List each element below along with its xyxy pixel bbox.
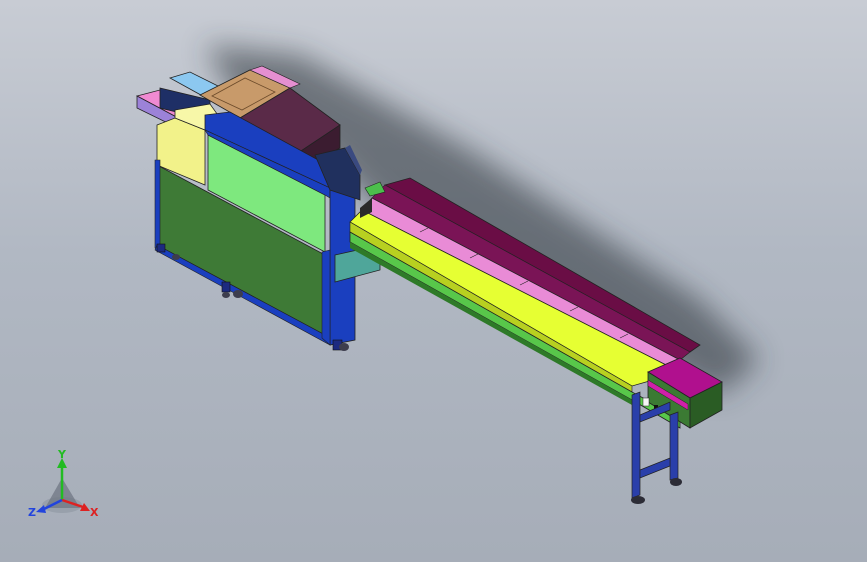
z-axis-label: Z: [28, 506, 36, 519]
coordinate-triad: Y X Z: [28, 448, 99, 519]
cad-viewport[interactable]: Y X Z: [0, 0, 867, 562]
x-axis-label: X: [90, 506, 99, 519]
machine-model: Y X Z: [28, 45, 760, 519]
y-axis-label: Y: [57, 448, 67, 461]
